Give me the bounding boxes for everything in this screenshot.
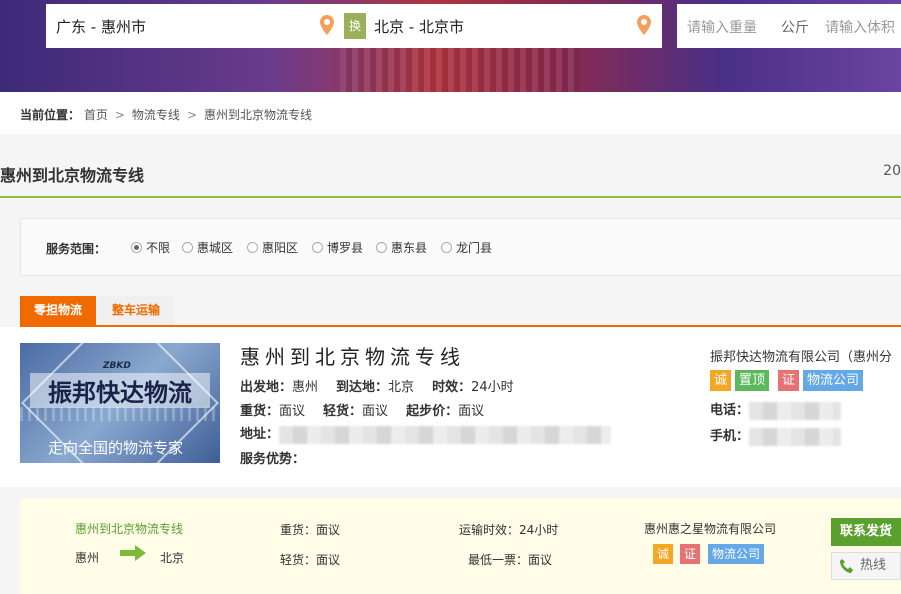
time-value: 24小时: [471, 380, 514, 395]
route-info-line: 出发地：惠州 到达地：北京 时效：24小时: [240, 376, 514, 395]
credit-badge: 诚: [710, 370, 732, 391]
destination-label: 到达地：: [336, 380, 389, 395]
company-name-link[interactable]: 惠州惠之星物流有限公司: [644, 520, 776, 537]
top-banner: 广东 - 惠州市 换 北京 - 北京市 请输入重量 公斤 请输入体积: [0, 0, 901, 92]
title-right-text: 20: [883, 163, 901, 179]
route-title-link[interactable]: 惠州到北京物流专线: [75, 520, 183, 537]
arrow-right-icon: [120, 545, 146, 561]
phone-label: 电话：: [710, 403, 750, 418]
breadcrumb-home-link[interactable]: 首页: [84, 108, 108, 122]
filter-option-label: 龙门县: [456, 241, 493, 255]
hotline-label: 热线: [860, 558, 887, 573]
address-line: 地址：: [240, 423, 612, 444]
listing-title-link[interactable]: 惠州到北京物流专线: [240, 341, 465, 370]
filter-option-label: 惠阳区: [262, 241, 299, 255]
origin-label: 出发地：: [240, 380, 293, 395]
filter-label: 服务范围：: [46, 242, 107, 256]
radio-icon[interactable]: [441, 242, 452, 253]
origin-value: 惠州: [292, 380, 319, 395]
light-label: 轻货：: [323, 404, 363, 419]
breadcrumb: 当前位置： 首页 > 物流专线 > 惠州到北京物流专线: [20, 106, 312, 123]
advantage-label: 服务优势：: [240, 452, 306, 467]
filter-option-label: 不限: [146, 241, 171, 255]
phone-line: 电话：: [710, 399, 842, 420]
logo-lines: [20, 407, 220, 421]
weight-input[interactable]: 请输入重量: [687, 17, 757, 37]
hotline-button[interactable]: 热线: [831, 552, 901, 580]
min-price-label: 起步价：: [406, 404, 459, 419]
radio-selected-icon[interactable]: [131, 242, 142, 253]
address-label: 地址：: [240, 427, 280, 442]
company-logo[interactable]: ZBKD 振邦快达物流 走向全国的物流专家: [20, 343, 220, 463]
price-info-line: 重货：面议 轻货：面议 起步价：面议: [240, 400, 484, 419]
radio-icon[interactable]: [247, 242, 258, 253]
cargo-size-box: 请输入重量 公斤 请输入体积: [677, 4, 901, 48]
page-title-bar: 惠州到北京物流专线 20: [0, 134, 901, 198]
route-from: 惠州: [75, 551, 100, 565]
tab-full-truck[interactable]: 整车运输: [98, 296, 175, 325]
filter-option-huicheng[interactable]: 惠城区: [182, 239, 233, 256]
phone-icon: [840, 559, 853, 573]
page-title: 惠州到北京物流专线: [0, 166, 145, 185]
location-pin-icon[interactable]: [637, 15, 651, 35]
radio-icon[interactable]: [182, 242, 193, 253]
filter-option-label: 博罗县: [327, 241, 364, 255]
swap-route-button[interactable]: 换: [344, 13, 366, 39]
breadcrumb-separator: >: [114, 108, 125, 122]
light-price: 轻货：面议: [280, 553, 341, 567]
logo-brand: 振邦快达物流: [30, 373, 210, 408]
destination-input[interactable]: 北京 - 北京市: [374, 16, 464, 37]
listing-card: ZBKD 振邦快达物流 走向全国的物流专家 惠州到北京物流专线 出发地：惠州 到达…: [0, 327, 901, 487]
mobile-redacted: [749, 427, 842, 446]
pinned-badge: 置顶: [735, 370, 770, 391]
certified-badge: 证: [778, 370, 800, 391]
location-pin-icon[interactable]: [320, 15, 334, 35]
filter-option-label: 惠东县: [391, 241, 428, 255]
tab-ltl[interactable]: 零担物流: [20, 296, 97, 325]
mobile-label: 手机：: [710, 429, 750, 444]
origin-input[interactable]: 广东 - 惠州市: [56, 16, 146, 37]
heavy-label: 重货：: [240, 404, 280, 419]
destination-value: 北京: [388, 380, 415, 395]
transit-time: 运输时效：24小时: [459, 523, 559, 537]
certified-badge: 证: [680, 544, 701, 564]
service-area-filter: 服务范围： 不限 惠城区 惠阳区 博罗县 惠东县 龙门县: [20, 218, 901, 276]
filter-option-all[interactable]: 不限: [131, 239, 170, 256]
filter-option-huidong[interactable]: 惠东县: [376, 239, 427, 256]
logistics-company-badge: 物流公司: [708, 544, 765, 564]
route-search-box: 广东 - 惠州市 换 北京 - 北京市: [46, 4, 662, 48]
light-value: 面议: [362, 404, 389, 419]
radio-icon[interactable]: [312, 242, 323, 253]
advantage-line: 服务优势：: [240, 448, 305, 467]
breadcrumb-label: 当前位置：: [20, 108, 81, 122]
volume-input[interactable]: 请输入体积: [825, 17, 895, 37]
company-name-link[interactable]: 振邦快达物流有限公司（惠州分: [710, 346, 892, 365]
logo-abbr: ZBKD: [103, 361, 131, 371]
route-to: 北京: [160, 551, 185, 565]
time-label: 时效：: [432, 380, 472, 395]
listing-row: 惠州到北京物流专线 惠州 北京 重货：面议 轻货：面议 运输时效：24小时 最低…: [20, 498, 901, 594]
weight-unit-label: 公斤: [781, 20, 809, 36]
min-price-value: 面议: [458, 404, 485, 419]
heavy-price: 重货：面议: [280, 523, 341, 537]
filter-option-boluo[interactable]: 博罗县: [312, 239, 363, 256]
radio-icon[interactable]: [376, 242, 387, 253]
breadcrumb-category-link[interactable]: 物流专线: [132, 108, 180, 122]
logo-slogan: 走向全国的物流专家: [48, 439, 184, 457]
phone-redacted: [749, 401, 842, 420]
breadcrumb-current: 惠州到北京物流专线: [204, 108, 313, 122]
breadcrumb-separator: >: [186, 108, 197, 122]
credit-badge: 诚: [653, 544, 674, 564]
heavy-value: 面议: [279, 404, 306, 419]
logistics-company-badge: 物流公司: [803, 370, 864, 391]
shipment-type-tabs: 零担物流 整车运输: [20, 296, 901, 327]
filter-option-huiyang[interactable]: 惠阳区: [247, 239, 298, 256]
filter-option-longmen[interactable]: 龙门县: [441, 239, 492, 256]
contact-ship-button[interactable]: 联系发货: [831, 518, 901, 546]
filter-option-label: 惠城区: [197, 241, 234, 255]
min-ticket: 最低一票：面议: [468, 553, 553, 567]
address-redacted: [279, 425, 612, 444]
mobile-line: 手机：: [710, 425, 842, 446]
